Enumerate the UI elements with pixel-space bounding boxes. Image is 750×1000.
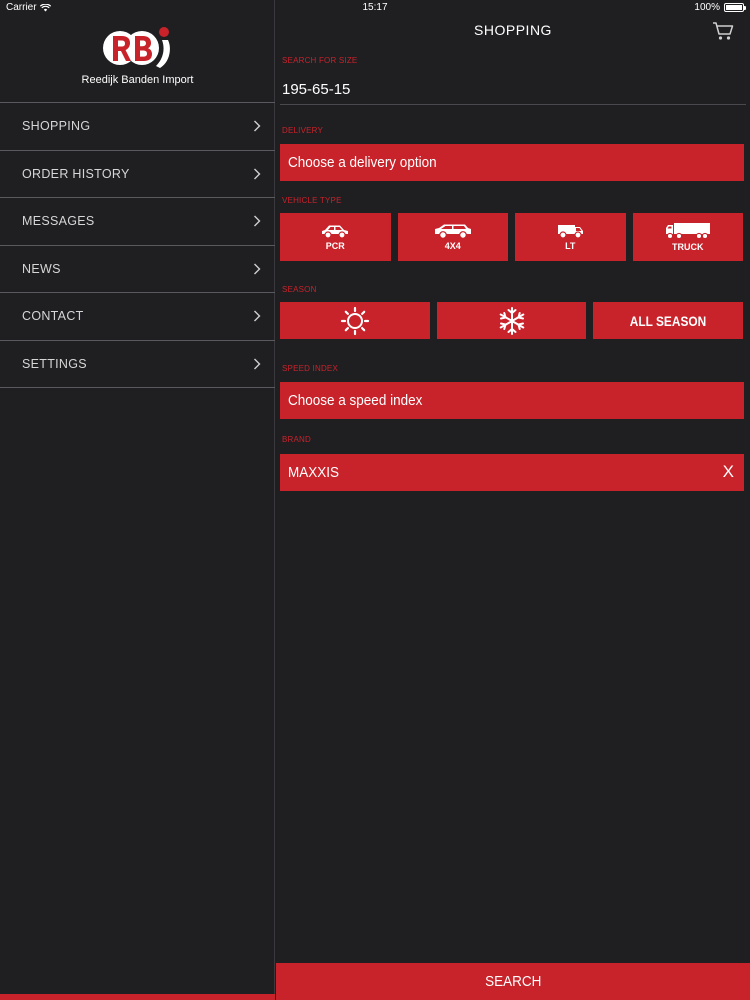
rbi-logo-icon: [102, 27, 170, 68]
sidebar-item-label: CONTACT: [22, 309, 84, 324]
search-for-size-label: SEARCH FOR SIZE: [282, 56, 358, 65]
snowflake-icon: [499, 306, 524, 335]
speed-index-value: Choose a speed index: [288, 392, 423, 409]
status-bar: Carrier 15:17 100%: [0, 0, 750, 16]
size-input-underline: [280, 104, 746, 105]
sidebar-item-label: MESSAGES: [22, 214, 95, 229]
season-options: ALL SEASON: [280, 302, 744, 339]
chevron-right-icon: [254, 310, 261, 322]
main-panel: SHOPPING SEARCH FOR SIZE 195-65-15 DELIV…: [276, 0, 750, 1000]
search-button-label: SEARCH: [484, 973, 542, 990]
sun-icon: [340, 306, 369, 335]
sidebar-bottom-bar: [0, 994, 275, 1000]
truck-icon: [665, 223, 710, 240]
speed-index-label: SPEED INDEX: [282, 364, 338, 373]
vehicle-truck-button[interactable]: TRUCK: [632, 213, 743, 261]
cart-icon[interactable]: [712, 21, 734, 41]
chevron-right-icon: [254, 120, 261, 132]
sidebar-item-news[interactable]: NEWS: [0, 246, 275, 293]
suv-icon: [434, 224, 471, 239]
brand-clear-button[interactable]: X: [723, 462, 734, 482]
sidebar: Reedijk Banden Import SHOPPING ORDER HIS…: [0, 0, 275, 1000]
car-icon: [322, 225, 349, 239]
status-right: 100%: [694, 2, 746, 13]
sidebar-item-label: SHOPPING: [22, 119, 91, 134]
season-label: SEASON: [282, 285, 317, 294]
van-icon: [558, 225, 584, 239]
sidebar-item-shopping[interactable]: SHOPPING: [0, 103, 275, 151]
sidebar-menu: SHOPPING ORDER HISTORY MESSAGES NEWS CON…: [0, 102, 275, 388]
status-time: 15:17: [362, 2, 388, 13]
season-winter-button[interactable]: [436, 302, 587, 339]
sidebar-item-label: NEWS: [22, 261, 61, 276]
chevron-right-icon: [254, 263, 261, 275]
logo-text: Reedijk Banden Import: [81, 74, 194, 86]
vehicle-label: LT: [565, 241, 576, 251]
brand-label: BRAND: [282, 435, 312, 444]
search-button[interactable]: SEARCH: [276, 963, 750, 1000]
chevron-right-icon: [254, 215, 261, 227]
chevron-right-icon: [254, 168, 261, 180]
delivery-value: Choose a delivery option: [288, 154, 437, 171]
vehicle-type-options: PCR 4X4 LT TRUCK: [280, 213, 743, 261]
season-all-label: ALL SEASON: [629, 312, 707, 329]
brand-select[interactable]: MAXXIS X: [280, 454, 744, 491]
vehicle-pcr-button[interactable]: PCR: [280, 213, 391, 261]
season-summer-button[interactable]: [280, 302, 430, 339]
sidebar-item-label: SETTINGS: [22, 356, 87, 371]
vehicle-4x4-button[interactable]: 4X4: [397, 213, 508, 261]
size-input[interactable]: 195-65-15: [282, 81, 350, 98]
battery-icon: [724, 3, 746, 12]
logo: Reedijk Banden Import: [0, 20, 275, 100]
season-all-season-button[interactable]: ALL SEASON: [593, 302, 744, 339]
vehicle-label: 4X4: [444, 241, 461, 251]
vehicle-lt-button[interactable]: LT: [515, 213, 626, 261]
sidebar-item-order-history[interactable]: ORDER HISTORY: [0, 151, 275, 198]
delivery-label: DELIVERY: [282, 126, 324, 135]
sidebar-item-messages[interactable]: MESSAGES: [0, 198, 275, 246]
sidebar-item-contact[interactable]: CONTACT: [0, 293, 275, 341]
battery-fill: [726, 5, 742, 10]
vehicle-label: TRUCK: [672, 242, 704, 252]
speed-index-select[interactable]: Choose a speed index: [280, 382, 744, 419]
vehicle-label: PCR: [325, 241, 345, 251]
delivery-select[interactable]: Choose a delivery option: [280, 144, 744, 181]
sidebar-item-settings[interactable]: SETTINGS: [0, 341, 275, 388]
vehicle-type-label: VEHICLE TYPE: [282, 196, 342, 205]
page-title: SHOPPING: [474, 22, 552, 38]
sidebar-item-label: ORDER HISTORY: [22, 166, 130, 181]
brand-value: MAXXIS: [288, 464, 340, 481]
battery-label: 100%: [694, 2, 720, 13]
chevron-right-icon: [254, 358, 261, 370]
